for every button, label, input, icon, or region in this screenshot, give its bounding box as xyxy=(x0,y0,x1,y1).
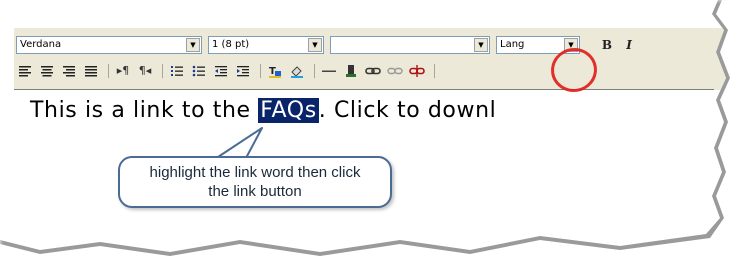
justify-icon[interactable] xyxy=(82,62,100,80)
bold-button[interactable]: B xyxy=(598,36,616,54)
callout-line-2: the link button xyxy=(208,183,302,200)
horizontal-rule-icon[interactable] xyxy=(320,62,338,80)
insert-link-button[interactable] xyxy=(364,62,382,80)
editor-text-after: . Click to downl xyxy=(318,98,497,123)
text-color-icon[interactable]: T xyxy=(266,62,284,80)
bullet-list-icon[interactable] xyxy=(190,62,208,80)
align-center-icon[interactable] xyxy=(38,62,56,80)
rtl-direction-icon[interactable]: ¶◂ xyxy=(136,62,154,80)
toolbar-separator xyxy=(108,64,109,78)
indent-icon[interactable] xyxy=(234,62,252,80)
align-left-icon[interactable] xyxy=(16,62,34,80)
chevron-down-icon[interactable]: ▼ xyxy=(474,38,488,52)
editor-text-before: This is a link to the xyxy=(30,98,259,123)
font-size-value: 1 (8 pt) xyxy=(212,39,250,50)
toolbar-separator xyxy=(434,64,435,78)
toolbar-separator xyxy=(314,64,315,78)
toolbar-separator xyxy=(260,64,261,78)
ltr-direction-icon[interactable]: ▸¶ xyxy=(114,62,132,80)
font-size-select[interactable]: 1 (8 pt) ▼ xyxy=(208,36,324,54)
paragraph-style-select[interactable]: ▼ xyxy=(330,36,490,54)
screenshot-clip: Verdana ▼ 1 (8 pt) ▼ ▼ Lang ▼ B I ▸¶ ¶◂ … xyxy=(0,0,726,252)
svg-text:T: T xyxy=(269,66,276,77)
align-right-icon[interactable] xyxy=(60,62,78,80)
callout-line-1: highlight the link word then click xyxy=(149,164,361,181)
font-name-value: Verdana xyxy=(20,39,62,50)
selected-link-word[interactable]: FAQs xyxy=(258,98,319,123)
numbered-list-icon[interactable] xyxy=(168,62,186,80)
language-value: Lang xyxy=(500,39,525,50)
background-color-icon[interactable] xyxy=(288,62,306,80)
italic-button[interactable]: I xyxy=(620,36,638,54)
chevron-down-icon[interactable]: ▼ xyxy=(308,38,322,52)
editor-area-border xyxy=(14,89,714,90)
instruction-callout: highlight the link word then click the l… xyxy=(118,156,392,208)
link-broken-icon[interactable] xyxy=(386,62,404,80)
remove-link-icon[interactable] xyxy=(408,62,426,80)
font-name-select[interactable]: Verdana ▼ xyxy=(16,36,202,54)
editor-content[interactable]: This is a link to the FAQs. Click to dow… xyxy=(30,98,726,123)
toolbar-separator xyxy=(162,64,163,78)
chevron-down-icon[interactable]: ▼ xyxy=(186,38,200,52)
anchor-icon[interactable] xyxy=(342,62,360,80)
outdent-icon[interactable] xyxy=(212,62,230,80)
